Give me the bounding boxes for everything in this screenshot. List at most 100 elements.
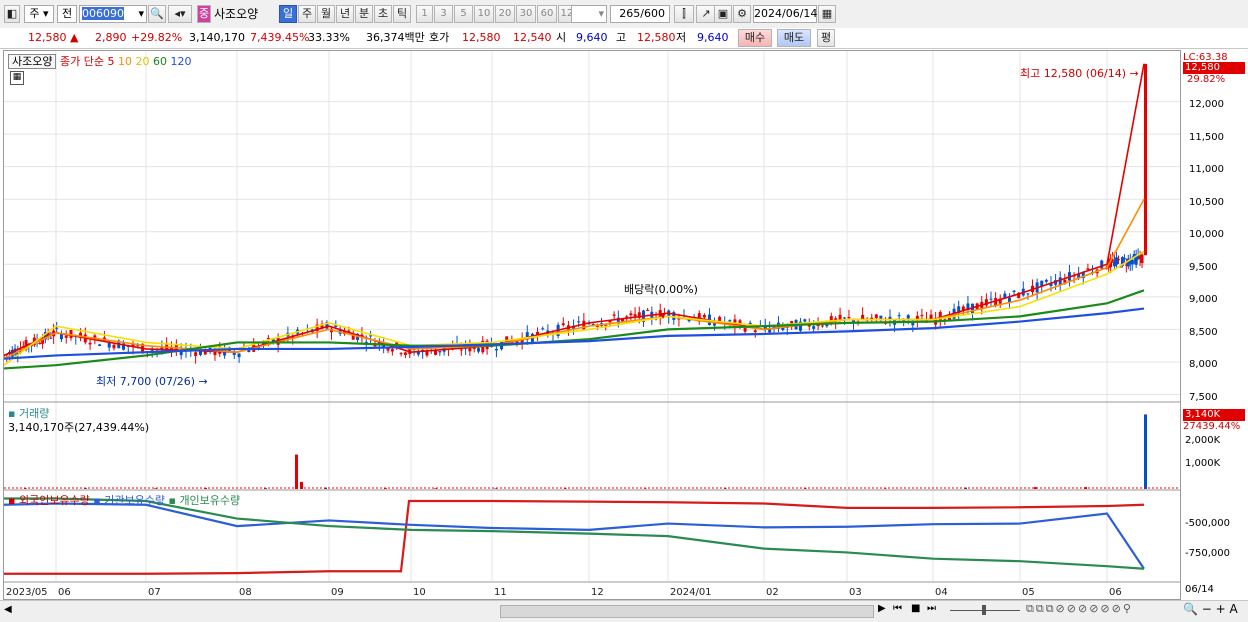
zoom-controls[interactable]: 🔍 − + A	[1183, 602, 1238, 616]
candle-body	[98, 344, 101, 346]
stop-icon[interactable]: ■	[911, 603, 920, 614]
legend-foreign[interactable]: ▪ 외국인보유수량	[8, 494, 90, 507]
candle-body	[625, 316, 628, 317]
calendar-icon[interactable]: ▦	[818, 5, 836, 23]
x-axis-label: 06	[58, 587, 71, 598]
candle-body	[194, 352, 197, 356]
period-button-year[interactable]: 년	[336, 5, 354, 23]
zoom-slider-handle[interactable]	[982, 605, 986, 615]
date-field[interactable]: 2024/06/14	[753, 5, 817, 23]
volume-tag: 3,140K	[1183, 409, 1245, 421]
compare-icon[interactable]: ↗	[696, 5, 716, 23]
x-axis-label: 05	[1022, 587, 1035, 598]
sell-button[interactable]: 매도	[777, 29, 811, 47]
volume-bar	[1144, 414, 1147, 489]
candle-body	[55, 328, 58, 329]
legend-ma10: 10	[118, 55, 132, 68]
interval-button-1[interactable]: 1	[416, 5, 433, 23]
chart-area[interactable]: 2023/05060708091011122024/010203040506 사…	[3, 50, 1181, 600]
candle-body	[613, 314, 616, 315]
candle-body	[1131, 260, 1134, 264]
average-button[interactable]: 평	[817, 29, 835, 47]
x-axis-label: 10	[413, 587, 426, 598]
interval-button-3[interactable]: 3	[434, 5, 453, 23]
holding-legend: ▪ 외국인보유수량 ▪ 기관보유수량 ▪ 개인보유수량	[8, 492, 240, 508]
search-icon[interactable]: 🔍	[148, 5, 166, 23]
scroll-thumb[interactable]	[500, 605, 874, 618]
legend-institution[interactable]: ▪ 기관보유수량	[93, 494, 165, 507]
interval-button-20[interactable]: 20	[495, 5, 515, 23]
volume-percent: 7,439.45%	[250, 28, 309, 48]
buy-button[interactable]: 매수	[738, 29, 772, 47]
scroll-right-icon[interactable]: ▶	[878, 603, 886, 614]
volume-pct-tag: 27439.44%	[1183, 421, 1240, 432]
period-button-month[interactable]: 월	[317, 5, 335, 23]
period-button-week[interactable]: 주	[298, 5, 316, 23]
candle-body	[391, 349, 394, 351]
turnover-percent: 33.33%	[308, 28, 350, 48]
table-view-icon[interactable]: ▦	[10, 71, 24, 85]
period-button-day[interactable]: 일	[279, 5, 297, 23]
x-axis-label: 04	[935, 587, 948, 598]
extra-interval-select[interactable]: ▾	[571, 5, 607, 23]
count-field[interactable]: 265/600	[610, 5, 670, 23]
interval-button-5[interactable]: 5	[454, 5, 473, 23]
stock-code-input[interactable]: 006090▾	[79, 5, 147, 23]
candle-body	[49, 338, 52, 339]
interval-button-30[interactable]: 30	[516, 5, 536, 23]
price-tick-9000: 9,000	[1189, 294, 1218, 305]
candle-body	[477, 348, 480, 351]
candle-body	[1045, 280, 1048, 282]
individual-holding-line	[4, 499, 1144, 569]
legend-stock[interactable]: 사조오양	[8, 54, 56, 69]
stock-badge: 중	[197, 5, 211, 23]
save-icon[interactable]: ▣	[714, 5, 732, 23]
candle-body	[460, 349, 463, 350]
interval-button-60[interactable]: 60	[537, 5, 557, 23]
x-axis-label: 08	[239, 587, 252, 598]
candle-body	[812, 326, 815, 329]
low-annotation: 최저 7,700 (07/26) →	[96, 373, 208, 389]
market-select[interactable]: 주 ▾	[24, 5, 54, 23]
price-tick-11500: 11,500	[1189, 132, 1224, 143]
open-label: 시	[556, 28, 566, 48]
candle-body	[646, 310, 649, 311]
candle-body	[112, 345, 115, 348]
price-legend: 사조오양 종가 단순 5 10 20 60 120	[8, 53, 191, 69]
view-tools-icons[interactable]: ⧉⧉⧉⊘⊘⊘⊘⊘⊘⚲	[1026, 602, 1133, 616]
price-tick-12000: 12,000	[1189, 99, 1224, 110]
current-pct-tag: 29.82%	[1187, 74, 1225, 85]
gear-icon[interactable]: ⚙	[733, 5, 751, 23]
x-axis-label: 2023/05	[6, 587, 48, 598]
period-button-minute[interactable]: 분	[355, 5, 373, 23]
window-menu-icon[interactable]: ◧	[4, 5, 20, 23]
legend-individual[interactable]: ▪ 개인보유수량	[168, 494, 240, 507]
period-button-tick[interactable]: 틱	[393, 5, 411, 23]
horizontal-scrollbar[interactable]: ◀ ▶ ⏮ ■ ⏭ ⧉⧉⧉⊘⊘⊘⊘⊘⊘⚲ 🔍 − + A	[0, 600, 1248, 622]
current-price-tag: 12,580	[1183, 62, 1245, 74]
scroll-left-icon[interactable]: ◀	[4, 604, 12, 615]
candle-body	[843, 317, 846, 318]
high-label: 고	[616, 28, 626, 48]
period-button-second[interactable]: 초	[374, 5, 392, 23]
candle-body	[495, 349, 498, 350]
candle-body	[267, 338, 270, 339]
rewind-icon[interactable]: ⏮	[893, 603, 902, 614]
candle-body	[562, 323, 565, 325]
candle-type-icon[interactable]: ⫿	[674, 5, 694, 23]
volume-tick-1000k: 1,000K	[1185, 458, 1220, 469]
candle-body	[1086, 268, 1089, 269]
interval-button-10[interactable]: 10	[474, 5, 494, 23]
x-axis-label: 03	[849, 587, 862, 598]
candle-body	[821, 325, 824, 326]
toolbar: ◧ 주 ▾ 전 006090▾ 🔍 ◂▾ 중 사조오양 일주월년분초틱 1351…	[0, 0, 1248, 29]
prev-button[interactable]: 전	[57, 5, 77, 23]
candle-body	[438, 351, 441, 352]
candle-body	[629, 313, 632, 315]
chart-canvas[interactable]: 2023/05060708091011122024/010203040506	[4, 51, 1180, 599]
candle-body	[879, 316, 882, 319]
trade-amount: 36,374백만	[366, 28, 425, 48]
open-price: 9,640	[576, 28, 608, 48]
speaker-icon[interactable]: ◂▾	[168, 5, 192, 23]
fast-forward-icon[interactable]: ⏭	[927, 603, 936, 614]
